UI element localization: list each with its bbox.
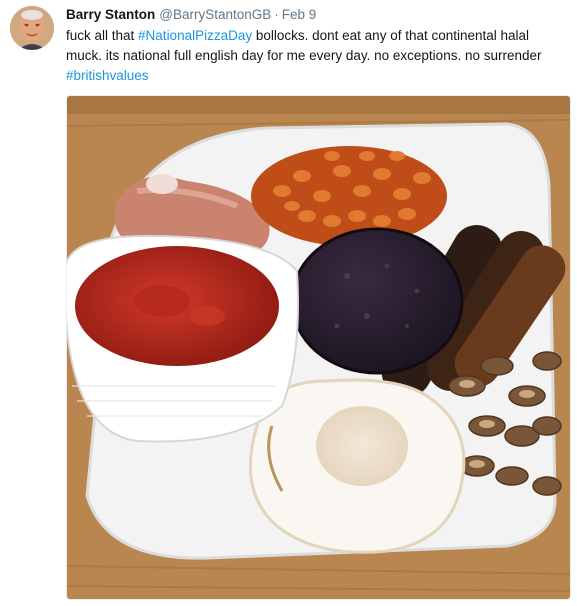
- tweet-date[interactable]: Feb 9: [282, 7, 317, 22]
- separator-dot: ·: [274, 7, 279, 22]
- tweet-photo[interactable]: [66, 95, 571, 600]
- tweet-text-part: fuck all that: [66, 28, 139, 43]
- avatar-face-icon: [10, 6, 54, 50]
- display-name[interactable]: Barry Stanton: [66, 7, 155, 22]
- avatar[interactable]: [10, 6, 54, 50]
- tweet-header: Barry Stanton @BarryStantonGB · Feb 9: [66, 6, 316, 24]
- tweet-text: fuck all that #NationalPizzaDay bollocks…: [66, 26, 566, 86]
- hashtag-link[interactable]: #britishvalues: [66, 68, 149, 83]
- breakfast-photo-icon: [67, 96, 570, 599]
- hashtag-link[interactable]: #NationalPizzaDay: [138, 28, 252, 43]
- user-handle[interactable]: @BarryStantonGB: [159, 7, 271, 22]
